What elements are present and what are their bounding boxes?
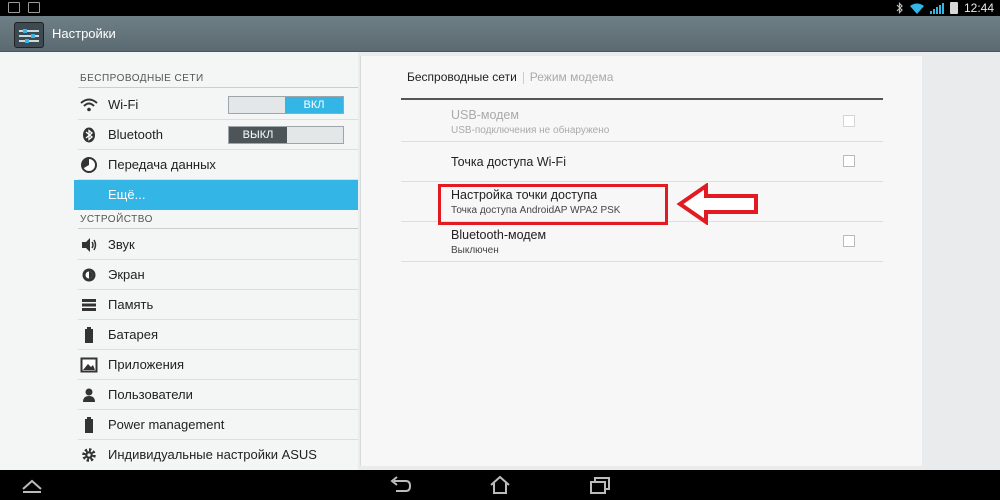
sidebar-item-label: Ещё...: [108, 187, 146, 202]
bluetooth-status-icon: [896, 2, 903, 14]
sidebar-item-more[interactable]: Ещё...: [74, 180, 358, 210]
settings-app-icon[interactable]: [14, 22, 44, 48]
pref-summary: Выключен: [451, 245, 499, 256]
sidebar-item-label: Батарея: [108, 327, 159, 342]
status-bar: 12:44: [0, 0, 1000, 16]
sidebar-item-users[interactable]: Пользователи: [74, 380, 358, 410]
action-bar: Настройки: [0, 16, 1000, 52]
sidebar-item-label: Bluetooth: [108, 127, 163, 142]
divider: [78, 87, 358, 88]
tab-bar: Беспроводные сети Режим модема: [407, 70, 613, 84]
sidebar-item-label: Звук: [108, 237, 135, 252]
data-usage-icon: [80, 157, 98, 173]
pref-usb-tethering[interactable]: USB-модем USB-подключения не обнаружено: [401, 102, 883, 142]
pref-bluetooth-tethering[interactable]: Bluetooth-модем Выключен: [401, 222, 883, 262]
apps-icon: [80, 357, 98, 373]
pref-wifi-hotspot[interactable]: Точка доступа Wi-Fi: [401, 142, 883, 182]
toggle-off-label: ВЫКЛ: [229, 127, 287, 143]
divider: [78, 228, 358, 229]
camera-notification-icon: [28, 2, 40, 13]
display-icon: [80, 267, 98, 283]
sidebar-item-label: Wi-Fi: [108, 97, 139, 112]
app-title: Настройки: [52, 26, 116, 41]
hide-bar-icon[interactable]: [20, 475, 44, 495]
sidebar-item-label: Экран: [108, 267, 145, 282]
battery-icon: [80, 327, 98, 343]
gallery-notification-icon: [8, 2, 20, 13]
pref-title: Точка доступа Wi-Fi: [451, 155, 566, 169]
sidebar-item-sound[interactable]: Звук: [74, 230, 358, 260]
toggle-on-label: ВКЛ: [285, 97, 343, 113]
section-header-device: УСТРОЙСТВО: [80, 214, 153, 225]
sidebar-item-label: Память: [108, 297, 154, 312]
sound-icon: [80, 237, 98, 253]
settings-sidebar: БЕСПРОВОДНЫЕ СЕТИ Wi-Fi ВКЛ Bluetooth ВЫ…: [0, 52, 358, 470]
sidebar-item-label: Индивидуальные настройки ASUS: [108, 447, 317, 462]
gear-icon: [80, 447, 98, 463]
sidebar-item-bluetooth[interactable]: Bluetooth ВЫКЛ: [74, 120, 358, 150]
bluetooth-toggle[interactable]: ВЫКЛ: [228, 126, 344, 144]
sidebar-item-label: Передача данных: [108, 157, 216, 172]
sidebar-item-display[interactable]: Экран: [74, 260, 358, 290]
battery-status-icon: [949, 2, 958, 14]
usb-tethering-checkbox[interactable]: [843, 115, 855, 127]
sidebar-item-data-usage[interactable]: Передача данных: [74, 150, 358, 180]
sidebar-item-storage[interactable]: Память: [74, 290, 358, 320]
sidebar-item-label: Пользователи: [108, 387, 193, 402]
back-icon[interactable]: [388, 475, 412, 495]
navigation-bar: [0, 470, 1000, 500]
users-icon: [80, 387, 98, 403]
tab-wireless-networks[interactable]: Беспроводные сети: [407, 70, 517, 84]
more-settings-panel: Беспроводные сети Режим модема USB-модем …: [360, 56, 922, 466]
wifi-toggle[interactable]: ВКЛ: [228, 96, 344, 114]
sidebar-item-asus-settings[interactable]: Индивидуальные настройки ASUS: [74, 440, 358, 470]
sidebar-item-power-management[interactable]: Power management: [74, 410, 358, 440]
signal-icon: [929, 2, 944, 14]
arrow-left-icon: [676, 183, 758, 225]
recent-apps-icon[interactable]: [588, 475, 612, 495]
sidebar-item-battery[interactable]: Батарея: [74, 320, 358, 350]
wifi-hotspot-checkbox[interactable]: [843, 155, 855, 167]
section-header-wireless: БЕСПРОВОДНЫЕ СЕТИ: [80, 73, 204, 84]
sidebar-item-wifi[interactable]: Wi-Fi ВКЛ: [74, 90, 358, 120]
sidebar-item-label: Power management: [108, 417, 225, 432]
bluetooth-icon: [80, 127, 98, 143]
sidebar-item-apps[interactable]: Приложения: [74, 350, 358, 380]
tab-underline: [401, 98, 883, 100]
tab-tethering[interactable]: Режим модема: [530, 70, 614, 84]
pref-title: Bluetooth-модем: [451, 228, 547, 242]
pref-title: USB-модем: [451, 108, 519, 122]
home-icon[interactable]: [488, 475, 512, 495]
bluetooth-tethering-checkbox[interactable]: [843, 235, 855, 247]
wifi-status-icon: [909, 3, 924, 14]
pref-summary: USB-подключения не обнаружено: [451, 125, 610, 136]
highlight-box: [438, 184, 668, 225]
clock: 12:44: [963, 1, 994, 15]
storage-icon: [80, 297, 98, 313]
power-icon: [80, 417, 98, 433]
wifi-icon: [80, 97, 98, 113]
sidebar-item-label: Приложения: [108, 357, 185, 372]
